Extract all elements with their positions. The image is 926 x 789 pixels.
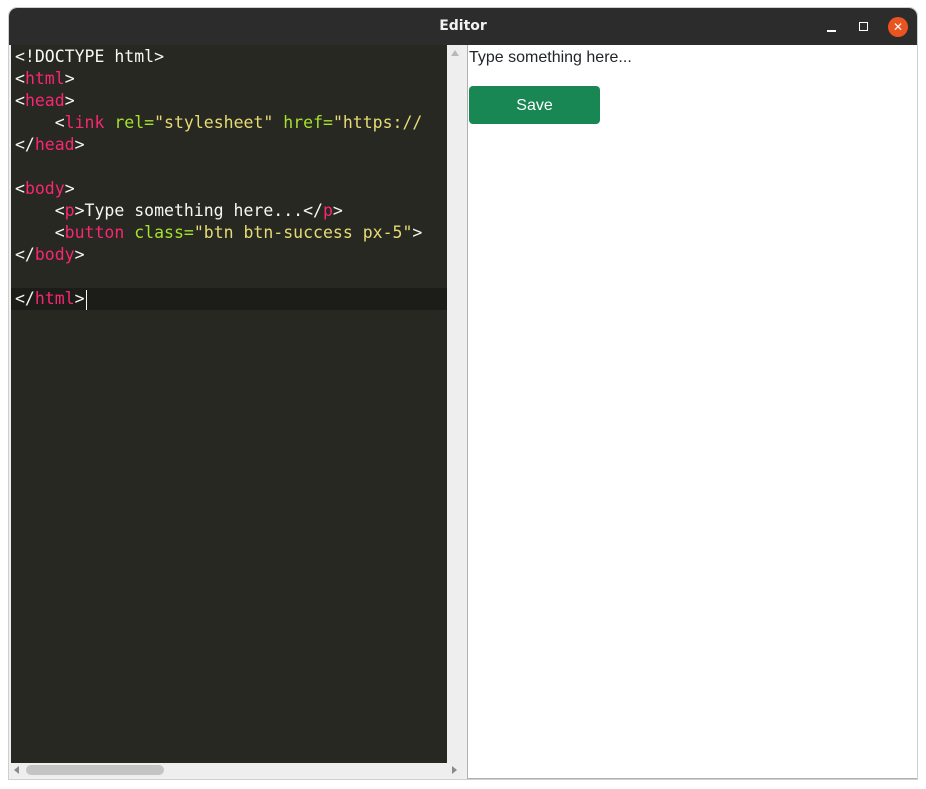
code-editor[interactable]: <!DOCTYPE html> <html> <head> <link rel="s… [11,45,447,763]
close-icon[interactable]: ✕ [888,17,908,37]
preview-paragraph: Type something here... [469,49,632,66]
code-line: </html> [15,288,87,310]
code-token: p [64,201,75,220]
maximize-glyph [859,22,868,31]
code-token: > [64,179,75,198]
code-token: > [332,201,343,220]
code-token: < [15,201,65,220]
code-token: p [322,201,333,220]
vertical-scrollbar[interactable] [447,45,463,763]
preview-pane: Type something here... Save [467,45,917,779]
code-token: head [34,135,75,154]
scroll-right-icon[interactable] [452,766,457,774]
code-token: < [15,69,25,88]
code-token: </ [15,245,35,264]
code-token: < [15,179,25,198]
code-token: href= [283,113,333,132]
code-token: < [15,91,25,110]
code-token: body [34,245,75,264]
code-line: <head> [15,90,75,112]
maximize-icon[interactable] [854,17,874,37]
code-line: <button class="btn btn-success px-5"> [15,222,423,244]
code-token: "stylesheet" [154,113,274,132]
horizontal-scroll-thumb[interactable] [26,765,164,775]
code-line: <!DOCTYPE html> [15,46,164,68]
code-token: > [412,223,423,242]
code-token: rel= [114,113,155,132]
code-token: > [64,91,75,110]
code-token: > [74,245,85,264]
code-token: > [74,135,85,154]
code-line: <link rel="stylesheet" href="https:// [15,112,423,134]
code-line: <p>Type something here...</p> [15,200,343,222]
code-token: body [24,179,65,198]
code-token: html [34,289,75,308]
code-token: class= [134,223,194,242]
save-button[interactable]: Save [469,86,600,124]
scroll-left-icon[interactable] [14,766,19,774]
code-token: button [64,223,125,242]
code-token: < [15,223,65,242]
code-token: </ [15,135,35,154]
minimize-glyph [827,30,836,32]
code-token: > [74,289,85,308]
code-line: </head> [15,134,85,156]
horizontal-scrollbar[interactable] [11,763,463,777]
editor-window: Editor ✕ <!DOCTYPE html> <html> <head> <li… [9,8,917,779]
code-token: html [24,69,65,88]
code-token: head [24,91,65,110]
window-title: Editor [439,18,487,34]
title-bar[interactable]: Editor ✕ [9,8,917,45]
code-token: < [15,113,65,132]
code-line: </body> [15,244,85,266]
code-token: "btn btn-success px-5" [193,223,413,242]
code-token: > [64,69,75,88]
code-token: >Type something here...</ [74,201,323,220]
code-token: <!DOCTYPE html> [15,47,165,66]
code-token: "https:// [332,113,423,132]
code-line: <html> [15,68,75,90]
code-token: </ [15,289,35,308]
scroll-up-icon[interactable] [451,50,459,56]
text-cursor [85,289,87,310]
minimize-icon[interactable] [822,17,842,37]
code-line: <body> [15,178,75,200]
code-token: link [64,113,105,132]
